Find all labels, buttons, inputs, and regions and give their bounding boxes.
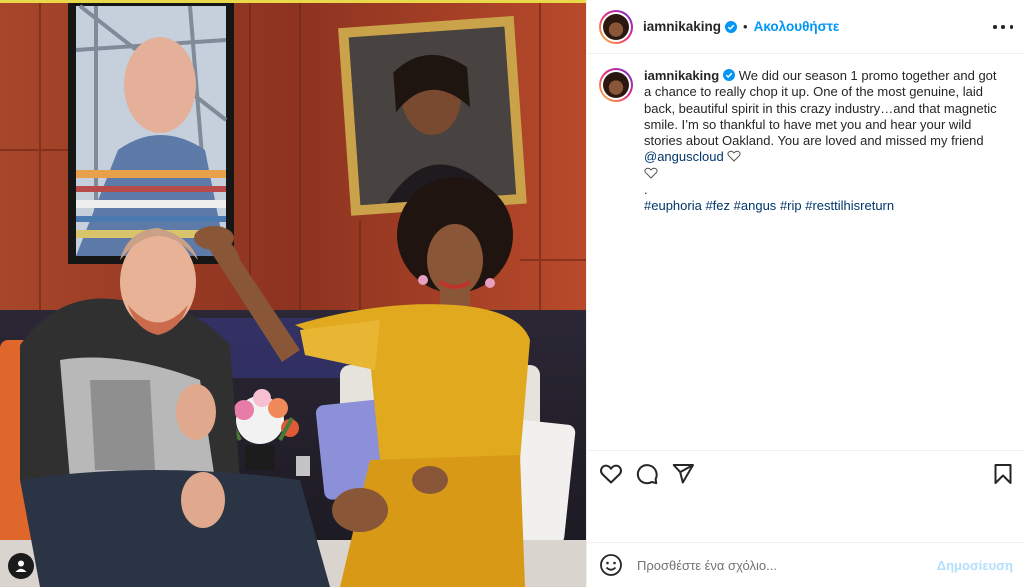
- comment-bar: Δημοσίευση: [587, 542, 1024, 587]
- photo-illustration: [0, 0, 586, 587]
- follow-button[interactable]: Ακολουθήστε: [754, 19, 840, 34]
- hashtag-link[interactable]: #fez: [705, 198, 730, 213]
- caption-dot-line: .: [644, 182, 648, 198]
- white-heart-doves-icon: [644, 167, 658, 179]
- caption: iamnikaking We did our season 1 promo to…: [599, 68, 1013, 215]
- caption-area: iamnikaking We did our season 1 promo to…: [587, 54, 1024, 450]
- caption-username[interactable]: iamnikaking: [644, 68, 719, 83]
- verified-badge-icon: [725, 20, 738, 33]
- photo-top-border: [0, 0, 586, 3]
- bookmark-icon[interactable]: [991, 462, 1015, 486]
- action-bar: [587, 450, 1024, 542]
- comment-input[interactable]: [637, 557, 927, 573]
- heart-icon[interactable]: [599, 462, 623, 486]
- user-tags-button[interactable]: [8, 553, 34, 579]
- hashtag-link[interactable]: #angus: [734, 198, 777, 213]
- verified-badge-icon: [723, 69, 736, 81]
- hashtag-link[interactable]: #euphoria: [644, 198, 702, 213]
- comment-icon[interactable]: [635, 462, 659, 486]
- header-separator: •: [743, 19, 748, 34]
- hashtag-link[interactable]: #rip: [780, 198, 802, 213]
- post-comment-button[interactable]: Δημοσίευση: [937, 558, 1013, 573]
- more-options-icon[interactable]: [993, 18, 1013, 36]
- mention-link[interactable]: @anguscloud: [644, 149, 724, 164]
- user-tag-icon: [15, 560, 27, 572]
- caption-text: iamnikaking We did our season 1 promo to…: [644, 68, 1004, 215]
- post-header: iamnikaking • Ακολουθήστε: [587, 0, 1024, 54]
- smiley-icon[interactable]: [599, 553, 623, 577]
- post-photo[interactable]: [0, 0, 586, 587]
- post-sidebar: iamnikaking • Ακολουθήστε iamnikaking We…: [586, 0, 1024, 587]
- header-username[interactable]: iamnikaking: [643, 19, 721, 34]
- avatar[interactable]: [599, 9, 633, 44]
- paper-plane-icon[interactable]: [671, 462, 695, 486]
- caption-avatar[interactable]: [599, 68, 633, 102]
- hashtag-link[interactable]: #resttilhisreturn: [805, 198, 894, 213]
- white-heart-doves-icon: [727, 151, 741, 163]
